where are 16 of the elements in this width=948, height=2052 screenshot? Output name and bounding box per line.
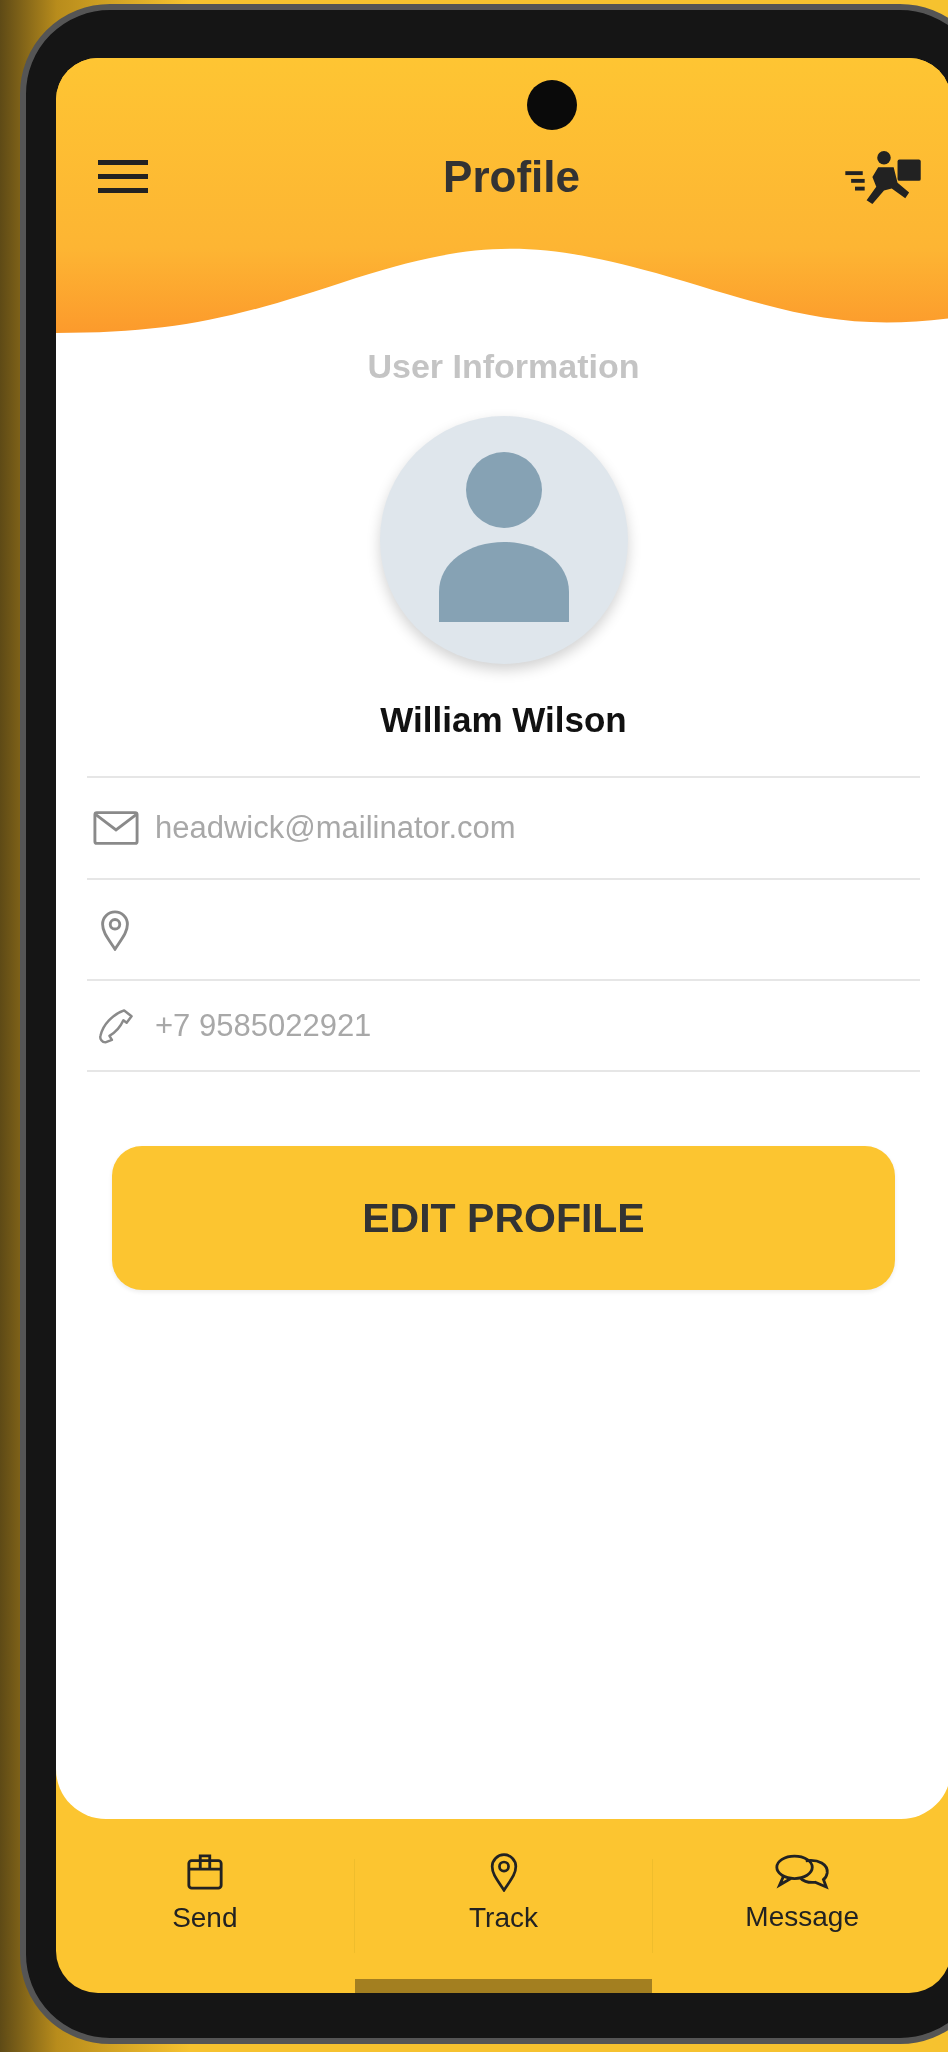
- field-value: +7 9585022921: [155, 1007, 372, 1044]
- page-title: Profile: [443, 152, 580, 202]
- edit-profile-button[interactable]: EDIT PROFILE: [112, 1146, 895, 1290]
- location-pin-icon: [99, 908, 131, 951]
- nav-tab[interactable]: Send: [56, 1819, 354, 1993]
- user-name: William Wilson: [380, 700, 627, 740]
- person-silhouette-icon: [438, 452, 569, 622]
- nav-tab[interactable]: Message: [653, 1819, 948, 1993]
- nav-tab[interactable]: Track: [354, 1819, 653, 1993]
- running-courier-icon[interactable]: [845, 148, 923, 206]
- field-value: headwick@mailinator.com: [155, 810, 516, 846]
- box-icon: [185, 1852, 224, 1892]
- section-heading: User Information: [367, 347, 640, 386]
- chat-bubbles-icon: [774, 1853, 831, 1891]
- envelope-icon: [93, 810, 139, 846]
- menu-icon[interactable]: [98, 160, 148, 194]
